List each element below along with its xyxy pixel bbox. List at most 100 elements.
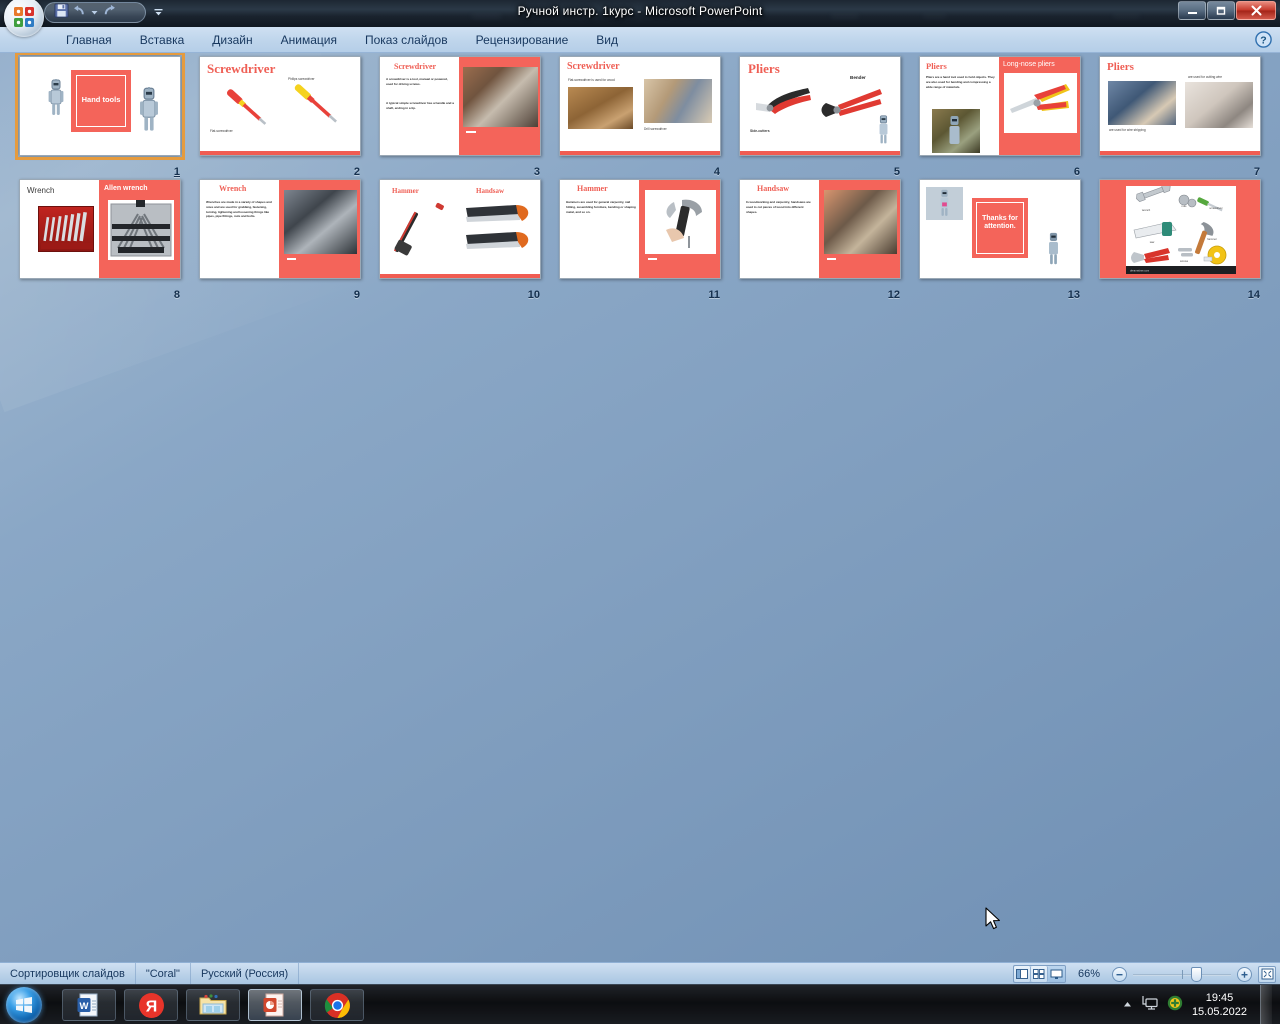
tab-animation[interactable]: Анимация bbox=[267, 27, 351, 53]
redo-icon[interactable] bbox=[102, 3, 117, 23]
svg-text:nuts: nuts bbox=[1182, 204, 1188, 208]
tab-home[interactable]: Главная bbox=[52, 27, 126, 53]
slide-5-canvas: Pliers Side-cutters Bender bbox=[739, 56, 901, 156]
show-desktop-button[interactable] bbox=[1260, 985, 1272, 1024]
status-theme-name[interactable]: "Coral" bbox=[136, 962, 191, 985]
zoom-in-button[interactable] bbox=[1237, 966, 1252, 982]
qat-customize-icon[interactable] bbox=[150, 4, 166, 20]
zoom-level[interactable]: 66% bbox=[1072, 968, 1106, 980]
slide-5-title: Pliers bbox=[748, 61, 780, 76]
slide-thumbnail-8[interactable]: Wrench Allen wrench 8 bbox=[10, 179, 190, 302]
slide-number: 8 bbox=[173, 289, 180, 301]
start-button[interactable] bbox=[6, 987, 42, 1023]
tab-view[interactable]: Вид bbox=[582, 27, 632, 53]
slide-thumbnail-14[interactable]: wrench nuts screwdriver saw screws hamme… bbox=[1090, 179, 1270, 302]
show-hidden-icons-icon[interactable] bbox=[1122, 996, 1133, 1014]
slide-sorter-workspace[interactable]: Hand tools 1 Screwdriver Flat-screwdrive… bbox=[0, 53, 1280, 962]
slide-sorter-view-button[interactable] bbox=[1031, 966, 1048, 982]
panel-rule bbox=[827, 258, 836, 260]
clock-time: 19:45 bbox=[1205, 992, 1234, 1004]
slide-9-canvas: Wrench Wrenches are made in a variety of… bbox=[199, 179, 361, 279]
status-language[interactable]: Русский (Россия) bbox=[191, 962, 300, 985]
taskbar-word[interactable]: W bbox=[62, 989, 116, 1021]
panel-rule bbox=[1007, 127, 1016, 129]
slide-6-body: Pliers are a hand tool used to hold obje… bbox=[926, 75, 995, 89]
slide-thumbnail-5[interactable]: Pliers Side-cutters Bender 5 bbox=[730, 56, 910, 179]
undo-icon[interactable] bbox=[72, 3, 87, 23]
svg-text:W: W bbox=[80, 1001, 89, 1012]
status-right-group: 66% bbox=[1013, 963, 1276, 985]
network-icon[interactable] bbox=[1142, 995, 1158, 1015]
zoom-slider-tick bbox=[1182, 969, 1183, 979]
slideshow-view-button[interactable] bbox=[1048, 966, 1065, 982]
slide-thumbnail-2[interactable]: Screwdriver Flat-screwdriver Philips scr… bbox=[190, 56, 370, 179]
minimize-button[interactable] bbox=[1178, 1, 1206, 20]
help-icon[interactable]: ? bbox=[1255, 31, 1272, 53]
slide-number: 5 bbox=[893, 166, 900, 178]
svg-text:dreamstime.com: dreamstime.com bbox=[1130, 269, 1149, 273]
slide-thumbnail-4[interactable]: Screwdriver Flat-screwdriver is used for… bbox=[550, 56, 730, 179]
thanks-box: Thanks for attention. bbox=[972, 198, 1028, 258]
slide-thumbnail-1[interactable]: Hand tools 1 bbox=[10, 53, 190, 179]
photo-wire-cutting bbox=[1185, 82, 1253, 128]
system-tray: 19:45 15.05.2022 bbox=[1122, 985, 1280, 1024]
tab-insert[interactable]: Вставка bbox=[126, 27, 199, 53]
slide-thumbnail-7[interactable]: Pliers are used for wire stripping are u… bbox=[1090, 56, 1270, 179]
fit-slide-button[interactable] bbox=[1258, 965, 1276, 983]
slide-thumbnail-3[interactable]: Screwdriver A screwdriver is a tool, man… bbox=[370, 56, 550, 179]
slide-10-title-1: Hammer bbox=[392, 187, 419, 195]
allen-wrench-image bbox=[108, 200, 174, 260]
panel-rule bbox=[287, 258, 296, 260]
slide-7-caption-2: are used for cutting wire bbox=[1188, 75, 1223, 79]
undo-dropdown-icon[interactable] bbox=[90, 4, 99, 22]
slide-number: 2 bbox=[353, 166, 360, 178]
slide-4-canvas: Screwdriver Flat-screwdriver is used for… bbox=[559, 56, 721, 156]
zoom-slider-thumb[interactable] bbox=[1191, 966, 1202, 982]
antivirus-icon[interactable] bbox=[1167, 995, 1183, 1016]
slide-number: 14 bbox=[1247, 289, 1260, 301]
slide-11-canvas: Hammer Hammers are used for general carp… bbox=[559, 179, 721, 279]
slide-number: 13 bbox=[1067, 289, 1080, 301]
clock[interactable]: 19:45 15.05.2022 bbox=[1192, 991, 1247, 1019]
slide-7-caption-1: are used for wire stripping bbox=[1109, 128, 1146, 132]
taskbar-yandex[interactable]: Я bbox=[124, 989, 178, 1021]
slide-4-caption-2: Drill screwdriver bbox=[644, 127, 667, 131]
slide-thumbnail-6[interactable]: Long-nose pliers Pliers Pliers are a han… bbox=[910, 56, 1090, 179]
restore-button[interactable] bbox=[1207, 1, 1235, 20]
slide-8-title: Wrench bbox=[27, 186, 55, 195]
robot-icon bbox=[1049, 232, 1058, 265]
accent-bar bbox=[740, 151, 900, 155]
slide-2-title: Screwdriver bbox=[207, 61, 276, 76]
tab-slideshow[interactable]: Показ слайдов bbox=[351, 27, 462, 53]
close-button[interactable] bbox=[1236, 1, 1276, 20]
photo-wrench-engine bbox=[284, 190, 357, 254]
slide-thumbnail-10[interactable]: Hammer Handsaw 10 bbox=[370, 179, 550, 302]
status-view-name[interactable]: Сортировщик слайдов bbox=[0, 962, 136, 985]
handsaw-icon bbox=[466, 205, 529, 222]
slide-3-body-1: A screwdriver is a tool, manual or power… bbox=[386, 77, 448, 86]
slide-thumbnail-12[interactable]: Handsaw In woodworking and carpentry, ha… bbox=[730, 179, 910, 302]
save-icon[interactable] bbox=[54, 2, 69, 23]
accent-bar bbox=[200, 151, 360, 155]
screwdriver-icon bbox=[294, 84, 337, 123]
slide-thumbnail-11[interactable]: Hammer Hammers are used for general carp… bbox=[550, 179, 730, 302]
slide-2-caption-1: Flat-screwdriver bbox=[210, 129, 233, 133]
slide-thumbnail-13[interactable]: Thanks for attention. 13 bbox=[910, 179, 1090, 302]
slide-number: 6 bbox=[1073, 166, 1080, 178]
zoom-out-button[interactable] bbox=[1112, 966, 1127, 982]
slide-3-canvas: Screwdriver A screwdriver is a tool, man… bbox=[379, 56, 541, 156]
long-nose-pliers-icon bbox=[1010, 84, 1070, 113]
slide-thumbnail-9[interactable]: Wrench Wrenches are made in a variety of… bbox=[190, 179, 370, 302]
normal-view-button[interactable] bbox=[1014, 966, 1031, 982]
taskbar-chrome[interactable] bbox=[310, 989, 364, 1021]
clock-date: 15.05.2022 bbox=[1191, 1006, 1247, 1018]
accent-bar bbox=[560, 151, 720, 155]
svg-text:wrench: wrench bbox=[1142, 208, 1151, 212]
taskbar-explorer[interactable] bbox=[186, 989, 240, 1021]
slide-number: 4 bbox=[713, 166, 720, 178]
svg-text:screwdriver: screwdriver bbox=[1209, 206, 1222, 210]
taskbar-powerpoint[interactable] bbox=[248, 989, 302, 1021]
tab-review[interactable]: Рецензирование bbox=[462, 27, 583, 53]
tab-design[interactable]: Дизайн bbox=[198, 27, 266, 53]
zoom-slider[interactable] bbox=[1133, 966, 1231, 982]
